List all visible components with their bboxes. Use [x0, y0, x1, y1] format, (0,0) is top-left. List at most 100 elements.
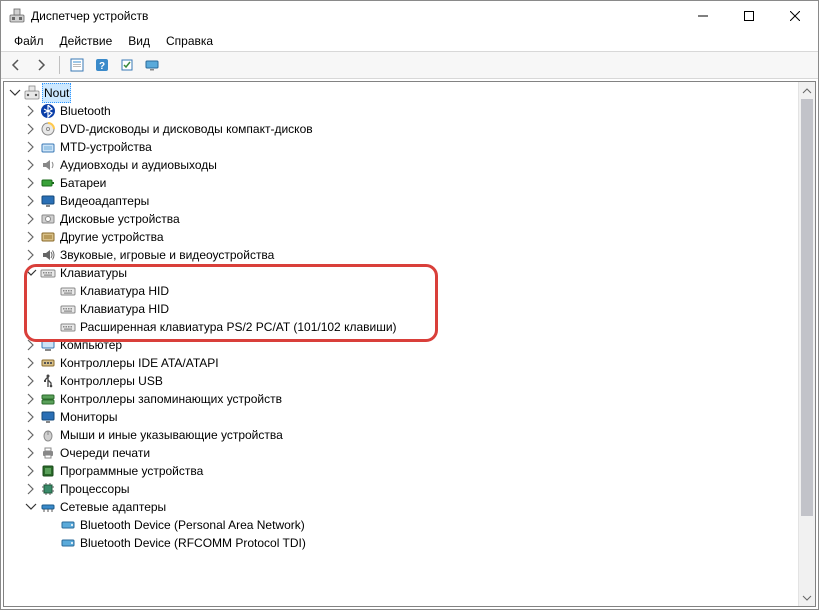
tree-node[interactable]: Другие устройства — [6, 228, 798, 246]
expand-icon[interactable] — [24, 230, 38, 244]
node-label: Клавиатуры — [60, 264, 127, 282]
scan-hardware-button[interactable] — [115, 53, 139, 77]
tree-node[interactable]: Компьютер — [6, 336, 798, 354]
expand-icon[interactable] — [24, 212, 38, 226]
tree-node[interactable]: Аудиовходы и аудиовыходы — [6, 156, 798, 174]
tree-node[interactable]: Очереди печати — [6, 444, 798, 462]
tree-node[interactable]: Контроллеры IDE ATA/ATAPI — [6, 354, 798, 372]
content-area: NoutBluetoothDVD-дисководы и дисководы к… — [3, 81, 816, 607]
tree-node[interactable]: Программные устройства — [6, 462, 798, 480]
tree-node[interactable]: Контроллеры USB — [6, 372, 798, 390]
app-icon — [9, 8, 25, 24]
expand-icon[interactable] — [24, 176, 38, 190]
close-button[interactable] — [772, 1, 818, 31]
nav-forward-button[interactable] — [30, 53, 54, 77]
maximize-button[interactable] — [726, 1, 772, 31]
scroll-up-button[interactable] — [799, 82, 815, 99]
expand-icon[interactable] — [24, 464, 38, 478]
keyboard-icon — [40, 265, 56, 281]
expand-icon[interactable] — [24, 428, 38, 442]
expand-icon[interactable] — [24, 392, 38, 406]
node-label: Процессоры — [60, 480, 130, 498]
nav-back-button[interactable] — [5, 53, 29, 77]
collapse-icon[interactable] — [8, 86, 22, 100]
tree-node[interactable]: Контроллеры запоминающих устройств — [6, 390, 798, 408]
tree-node[interactable]: Клавиатуры — [6, 264, 798, 282]
expand-icon[interactable] — [24, 446, 38, 460]
help-button[interactable] — [90, 53, 114, 77]
collapse-icon[interactable] — [24, 266, 38, 280]
node-label: Контроллеры USB — [60, 372, 163, 390]
tree-node[interactable]: Видеоадаптеры — [6, 192, 798, 210]
expand-icon[interactable] — [24, 122, 38, 136]
toolbar-separator — [59, 56, 60, 74]
menu-help[interactable]: Справка — [159, 33, 220, 49]
properties-button[interactable] — [65, 53, 89, 77]
tree-node[interactable]: DVD-дисководы и дисководы компакт-дисков — [6, 120, 798, 138]
netadapter-icon — [60, 517, 76, 533]
display-icon — [40, 193, 56, 209]
expand-icon[interactable] — [24, 374, 38, 388]
tree-node[interactable]: Процессоры — [6, 480, 798, 498]
scroll-down-button[interactable] — [799, 589, 815, 606]
expand-icon[interactable] — [24, 104, 38, 118]
node-label: Программные устройства — [60, 462, 203, 480]
menu-view[interactable]: Вид — [121, 33, 157, 49]
tree-node[interactable]: MTD-устройства — [6, 138, 798, 156]
expand-icon[interactable] — [24, 140, 38, 154]
node-label: Видеоадаптеры — [60, 192, 149, 210]
scroll-thumb[interactable] — [801, 99, 813, 516]
usb-icon — [40, 373, 56, 389]
menu-action[interactable]: Действие — [53, 33, 120, 49]
tree-node[interactable]: Bluetooth Device (Personal Area Network) — [6, 516, 798, 534]
vertical-scrollbar[interactable] — [798, 82, 815, 606]
tree-node[interactable]: Bluetooth — [6, 102, 798, 120]
tree-node[interactable]: Bluetooth Device (RFCOMM Protocol TDI) — [6, 534, 798, 552]
node-label: Nout — [42, 83, 71, 103]
root-icon — [24, 85, 40, 101]
window-title: Диспетчер устройств — [31, 9, 680, 23]
tree-node[interactable]: Дисковые устройства — [6, 210, 798, 228]
expand-icon[interactable] — [24, 482, 38, 496]
mtd-icon — [40, 139, 56, 155]
tree-node[interactable]: Сетевые адаптеры — [6, 498, 798, 516]
keyboard-icon — [60, 283, 76, 299]
storage-icon — [40, 391, 56, 407]
node-label: Мыши и иные указывающие устройства — [60, 426, 283, 444]
expand-icon[interactable] — [24, 194, 38, 208]
node-label: Сетевые адаптеры — [60, 498, 166, 516]
node-label: Батареи — [60, 174, 106, 192]
tree-node[interactable]: Nout — [6, 84, 798, 102]
node-label: DVD-дисководы и дисководы компакт-дисков — [60, 120, 313, 138]
window-controls — [680, 1, 818, 31]
menu-file[interactable]: Файл — [7, 33, 51, 49]
node-label: Дисковые устройства — [60, 210, 180, 228]
node-label: MTD-устройства — [60, 138, 152, 156]
tree-node[interactable]: Клавиатура HID — [6, 300, 798, 318]
expand-icon[interactable] — [24, 356, 38, 370]
node-label: Bluetooth — [60, 102, 111, 120]
tree-node[interactable]: Звуковые, игровые и видеоустройства — [6, 246, 798, 264]
tree-node[interactable]: Мониторы — [6, 408, 798, 426]
show-hidden-button[interactable] — [140, 53, 164, 77]
expand-icon[interactable] — [24, 338, 38, 352]
expand-icon[interactable] — [24, 158, 38, 172]
tree-node[interactable]: Расширенная клавиатура PS/2 PC/AT (101/1… — [6, 318, 798, 336]
node-label: Компьютер — [60, 336, 122, 354]
device-tree[interactable]: NoutBluetoothDVD-дисководы и дисководы к… — [4, 82, 798, 554]
netadapter-icon — [60, 535, 76, 551]
cpu-icon — [40, 481, 56, 497]
collapse-icon[interactable] — [24, 500, 38, 514]
titlebar: Диспетчер устройств — [1, 1, 818, 31]
expand-icon[interactable] — [24, 248, 38, 262]
node-label: Другие устройства — [60, 228, 164, 246]
tree-node[interactable]: Мыши и иные указывающие устройства — [6, 426, 798, 444]
device-manager-window: Диспетчер устройств Файл Действие Вид Сп… — [0, 0, 819, 610]
scroll-track[interactable] — [799, 99, 815, 589]
keyboard-icon — [60, 301, 76, 317]
expand-icon[interactable] — [24, 410, 38, 424]
minimize-button[interactable] — [680, 1, 726, 31]
monitor-icon — [40, 409, 56, 425]
tree-node[interactable]: Батареи — [6, 174, 798, 192]
tree-node[interactable]: Клавиатура HID — [6, 282, 798, 300]
